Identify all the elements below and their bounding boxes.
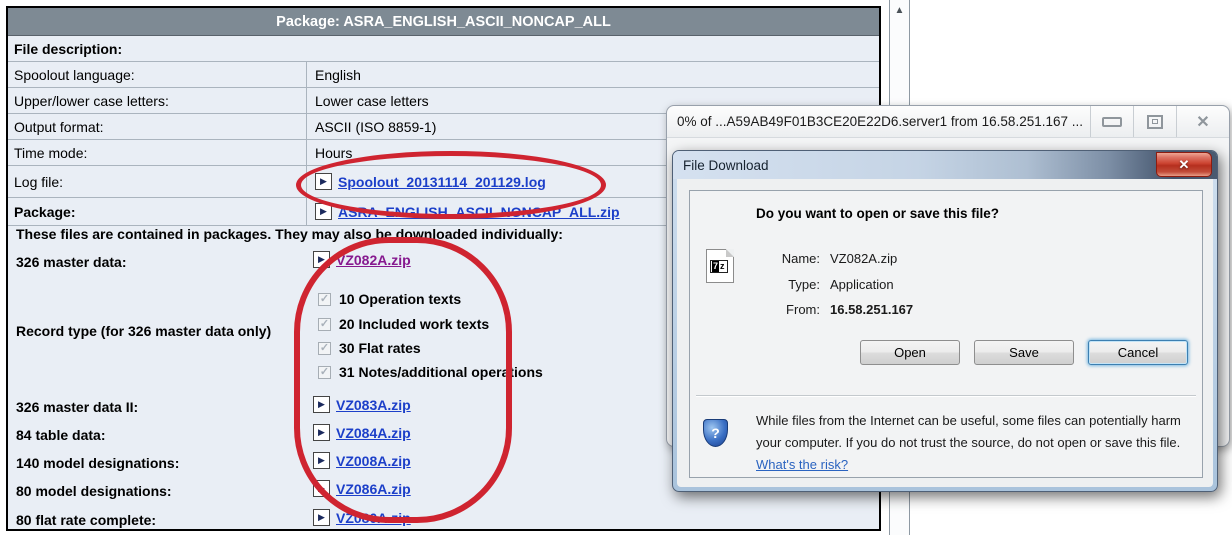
field-label: From: [750,302,820,317]
caption-buttons: ✕ [1090,106,1229,137]
download-row: ▶ VZ008A.zip [313,452,411,469]
packages-note: These files are contained in packages. T… [16,226,563,242]
row-label: Spoolout language: [8,62,307,87]
file-download-dialog: File Download ✕ Do you want to open or s… [672,150,1218,492]
row-value: English [307,67,879,83]
maximize-icon [1147,115,1163,129]
package-zip-link[interactable]: ASRA_ENGLISH_ASCII_NONCAP_ALL.zip [338,204,620,220]
close-icon: ✕ [1179,157,1190,173]
vz084a-zip-link[interactable]: VZ084A.zip [336,425,411,441]
open-button[interactable]: Open [860,340,960,365]
checkbox-label: 30 Flat rates [339,340,421,356]
download-row: ▶ VZ084A.zip [313,424,411,441]
warning-text-line1: While files from the Internet can be use… [756,413,1181,428]
checkbox-label: 10 Operation texts [339,291,461,307]
row-label: Output format: [8,114,307,139]
dialog-content-panel: Do you want to open or save this file? 7… [689,190,1203,478]
shield-question-icon: ? [703,419,728,447]
window-titlebar[interactable]: 0% of ...A59AB49F01B3CE20E22D6.server1 f… [667,106,1229,138]
vz008a-zip-link[interactable]: VZ008A.zip [336,453,411,469]
field-label: Type: [750,277,820,292]
row-label: 80 flat rate complete: [16,512,156,528]
minimize-button[interactable] [1090,106,1133,137]
field-value: Application [830,277,894,292]
question-mark: ? [711,425,720,441]
table-row: Spoolout language: English [8,62,879,88]
dialog-title: File Download [673,158,769,173]
file-from-field: From: 16.58.251.167 [750,302,913,317]
separator [696,395,1196,397]
screen: Package: ASRA_ENGLISH_ASCII_NONCAP_ALL F… [0,0,1232,535]
row-label: Log file: [8,166,307,197]
row-label: Time mode: [8,140,307,165]
vz083a-zip-link[interactable]: VZ083A.zip [336,397,411,413]
vz086a-zip-link[interactable]: VZ086A.zip [336,481,411,497]
file-name-field: Name: VZ082A.zip [750,251,897,266]
download-row: ▶ VZ086A.zip [313,480,411,497]
row-label: 326 master data II: [16,399,138,415]
row-label: Upper/lower case letters: [8,88,307,113]
dialog-question: Do you want to open or save this file? [756,206,999,221]
checkbox-checked[interactable]: ✓ [318,342,331,355]
file-type-field: Type: Application [750,277,894,292]
field-value: VZ082A.zip [830,251,897,266]
record-type-option: ✓ 30 Flat rates [318,340,421,356]
play-icon[interactable]: ▶ [313,251,330,268]
play-icon[interactable]: ▶ [313,480,330,497]
dialog-close-button[interactable]: ✕ [1156,152,1212,177]
play-icon[interactable]: ▶ [315,203,332,220]
warning-text-line2: your computer. If you do not trust the s… [756,435,1180,450]
play-icon[interactable]: ▶ [313,396,330,413]
file-7z-icon: 7z [706,249,734,283]
record-type-option: ✓ 20 Included work texts [318,316,489,332]
checkbox-checked[interactable]: ✓ [318,293,331,306]
page-fold [726,249,734,257]
vz080a-zip-link[interactable]: VZ080A.zip [336,510,411,526]
close-icon: ✕ [1196,112,1209,132]
checkbox-label: 20 Included work texts [339,316,489,332]
record-type-label: Record type (for 326 master data only) [16,323,271,339]
row-label: Package: [8,198,307,225]
dialog-body: Do you want to open or save this file? 7… [677,179,1213,487]
checkbox-label: 31 Notes/additional operations [339,364,543,380]
dialog-titlebar[interactable]: File Download [673,151,1217,179]
risk-link-row: What's the risk? [756,457,848,472]
field-value: 16.58.251.167 [830,302,913,317]
minimize-icon [1102,117,1122,127]
row-label: 140 model designations: [16,455,179,471]
row-label: 84 table data: [16,427,105,443]
close-button[interactable]: ✕ [1176,106,1229,137]
save-button[interactable]: Save [974,340,1074,365]
cancel-button[interactable]: Cancel [1088,340,1188,365]
file-icon-7: 7 [712,261,719,272]
scroll-up-icon[interactable]: ▲ [890,2,909,18]
checkbox-checked[interactable]: ✓ [318,318,331,331]
maximize-button[interactable] [1133,106,1176,137]
window-title: 0% of ...A59AB49F01B3CE20E22D6.server1 f… [667,114,1090,129]
row-label: 80 model designations: [16,483,172,499]
download-row: ▶ VZ080A.zip [313,509,411,526]
record-type-option: ✓ 31 Notes/additional operations [318,364,543,380]
play-icon[interactable]: ▶ [313,424,330,441]
record-type-option: ✓ 10 Operation texts [318,291,461,307]
package-table-title: Package: ASRA_ENGLISH_ASCII_NONCAP_ALL [8,8,879,36]
download-row: ▶ VZ083A.zip [313,396,411,413]
master-data-download: ▶ VZ082A.zip [313,251,411,268]
field-label: Name: [750,251,820,266]
log-file-link[interactable]: Spoolout_20131114_201129.log [338,174,546,190]
play-icon[interactable]: ▶ [313,452,330,469]
play-icon[interactable]: ▶ [313,509,330,526]
file-icon-z: z [719,261,726,272]
play-icon[interactable]: ▶ [315,173,332,190]
file-description-header: File description: [8,36,879,62]
whats-the-risk-link[interactable]: What's the risk? [756,457,848,472]
row-label: 326 master data: [16,254,127,270]
checkbox-checked[interactable]: ✓ [318,366,331,379]
vz082a-zip-link[interactable]: VZ082A.zip [336,252,411,268]
